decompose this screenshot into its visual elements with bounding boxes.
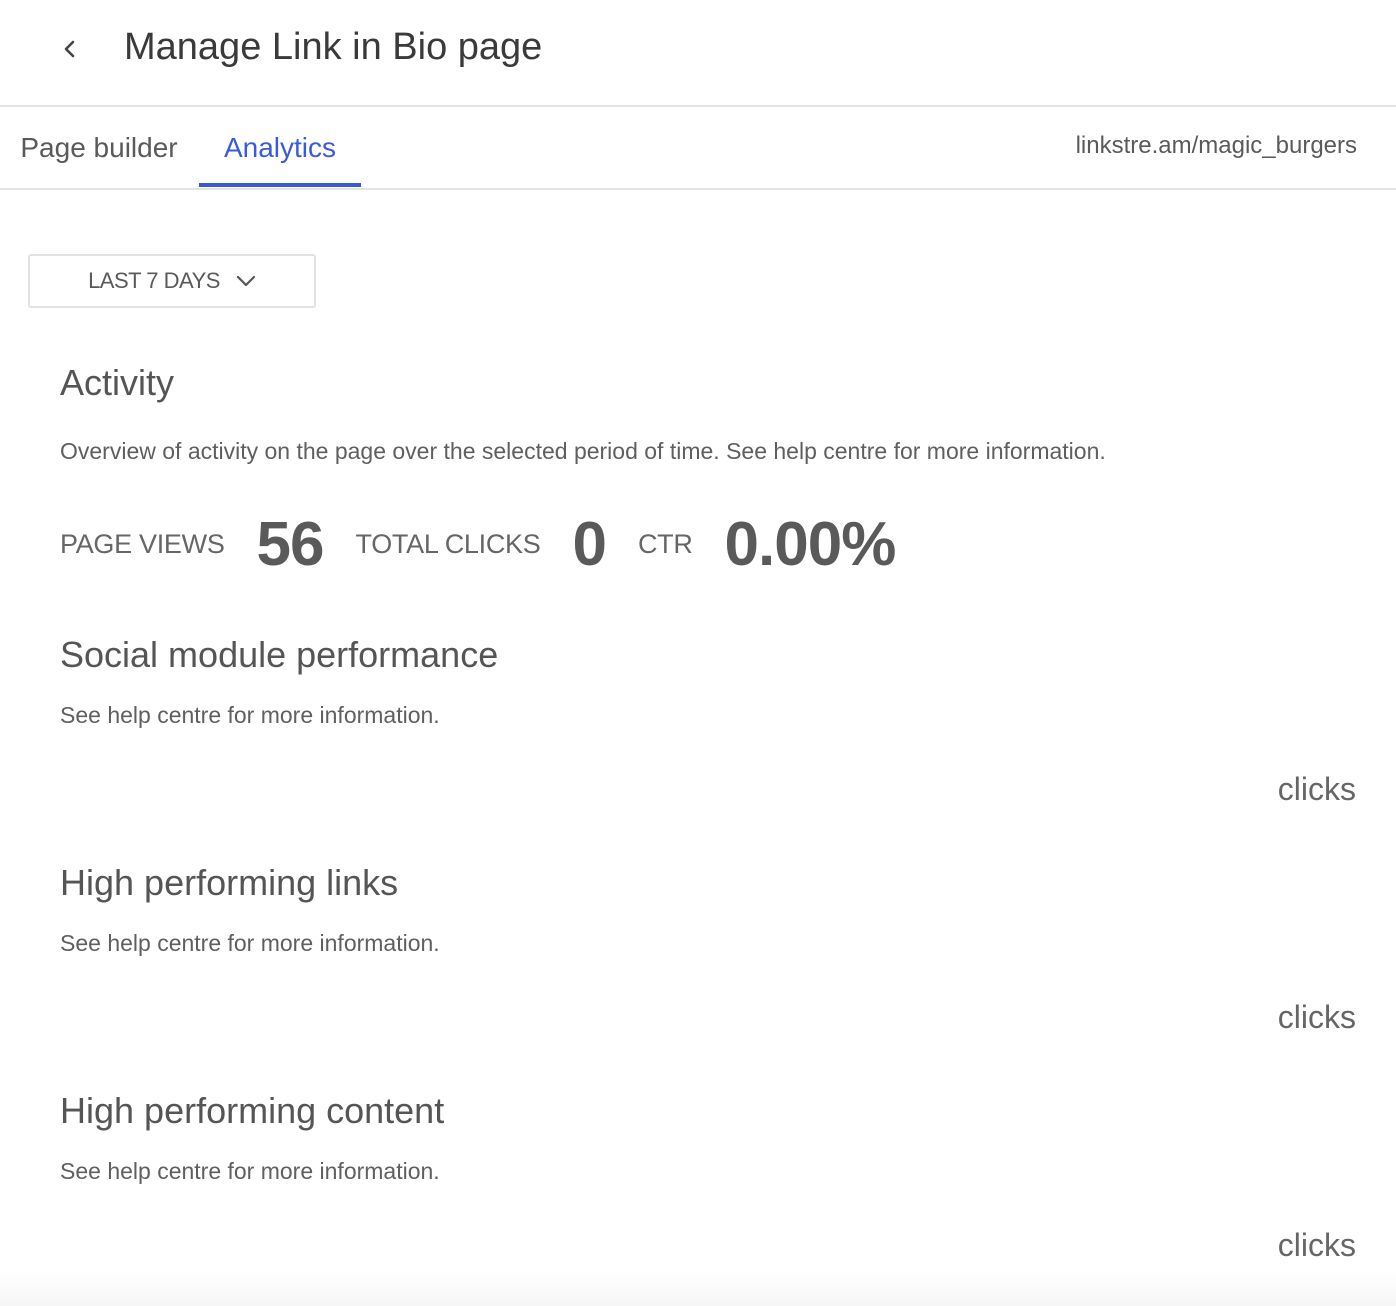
social-module-title: Social module performance	[60, 634, 499, 675]
activity-stats: PAGE VIEWS 56 TOTAL CLICKS 0 CTR 0.00%	[60, 506, 927, 582]
high-performing-content-clicks-label: clicks	[1277, 1227, 1356, 1263]
page-title: Manage Link in Bio page	[124, 26, 543, 68]
tab-page-builder[interactable]: Page builder	[0, 108, 198, 188]
tab-bar: Page builder Analytics linkstre.am/magic…	[0, 108, 1396, 190]
high-performing-content-title: High performing content	[60, 1090, 445, 1131]
social-module-clicks-label: clicks	[1277, 771, 1356, 807]
active-tab-indicator	[199, 183, 361, 187]
chevron-left-icon	[64, 40, 75, 58]
total-clicks-value: 0	[572, 509, 606, 579]
page-header: Manage Link in Bio page	[0, 0, 1396, 107]
social-module-description: See help centre for more information.	[60, 702, 440, 728]
activity-title: Activity	[60, 362, 175, 403]
bottom-fade	[0, 1270, 1396, 1306]
date-range-dropdown[interactable]: LAST 7 DAYS	[28, 254, 316, 308]
back-button[interactable]	[52, 30, 86, 68]
chevron-down-icon	[236, 275, 256, 287]
activity-description: Overview of activity on the page over th…	[60, 438, 1106, 464]
page-url[interactable]: linkstre.am/magic_burgers	[1076, 132, 1357, 160]
date-range-label: LAST 7 DAYS	[88, 268, 220, 293]
tab-analytics[interactable]: Analytics	[199, 108, 361, 188]
high-performing-content-description: See help centre for more information.	[60, 1158, 440, 1184]
high-performing-links-title: High performing links	[60, 862, 399, 903]
page-views-value: 56	[256, 509, 325, 579]
high-performing-links-description: See help centre for more information.	[60, 930, 440, 956]
total-clicks-label: TOTAL CLICKS	[355, 528, 541, 559]
page-views-label: PAGE VIEWS	[60, 528, 225, 559]
ctr-value: 0.00%	[724, 509, 897, 579]
high-performing-links-clicks-label: clicks	[1277, 999, 1356, 1035]
ctr-label: CTR	[637, 528, 693, 559]
